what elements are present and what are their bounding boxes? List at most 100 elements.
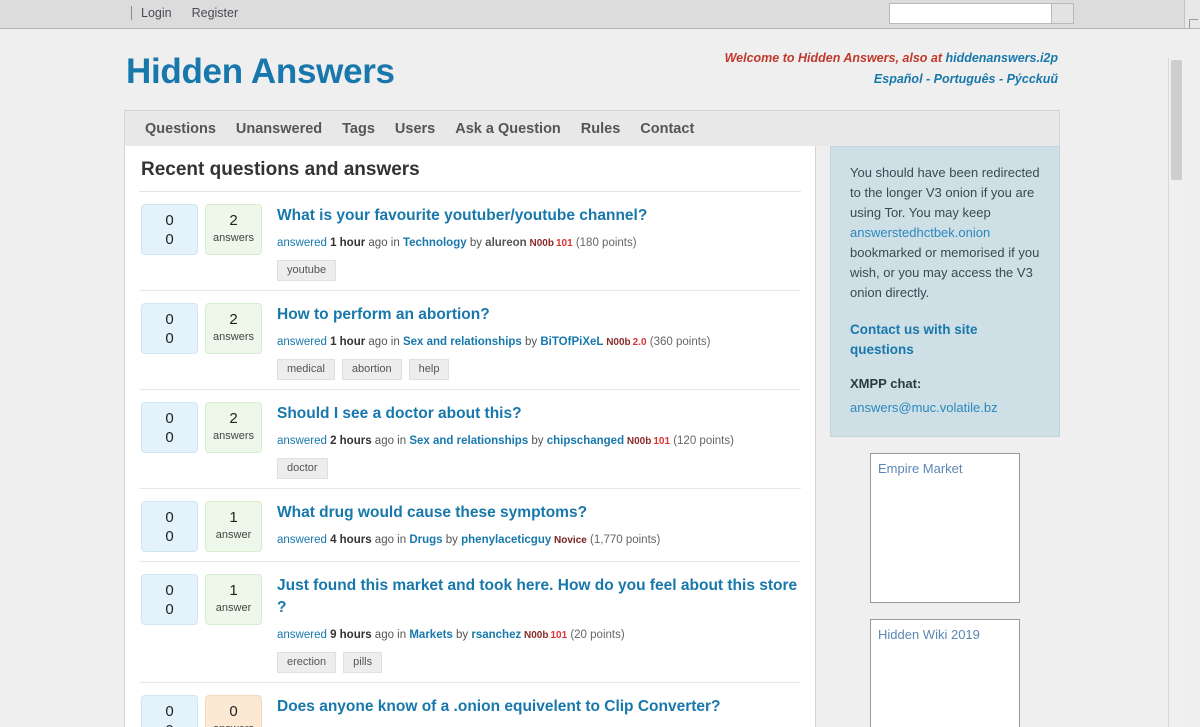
author-rank-badge: N00b2.0: [603, 337, 646, 348]
vote-count-box: 00: [141, 204, 198, 255]
language-link-pt[interactable]: Português: [934, 72, 996, 86]
vote-count-box: 00: [141, 695, 198, 727]
question-list-item: 002answers What is your favourite youtube…: [139, 192, 801, 291]
nav-item-ask-a-question[interactable]: Ask a Question: [445, 121, 571, 137]
author-rank-name: N00b: [603, 337, 630, 348]
question-meta-connector: ago in: [372, 435, 410, 447]
question-body: What drug would cause these symptoms? ans…: [262, 501, 801, 548]
answer-count-box: 2answers: [205, 204, 262, 255]
toolbar-overflow-chevron-icon[interactable]: [1184, 0, 1200, 28]
toolbar-divider: [131, 6, 132, 20]
browser-toolbar: Login Register: [0, 0, 1200, 29]
i2p-mirror-link[interactable]: hiddenanswers.i2p: [945, 51, 1058, 65]
vote-count-box: 00: [141, 303, 198, 354]
nav-item-users[interactable]: Users: [385, 121, 445, 137]
question-meta: answered 9 hours ago in Markets by rsanc…: [277, 628, 801, 643]
login-link[interactable]: Login: [141, 6, 172, 20]
question-category-link[interactable]: Sex and relationships: [409, 435, 528, 447]
answer-count-number: 2: [206, 211, 261, 230]
answer-count-number: 2: [206, 409, 261, 428]
question-category-link[interactable]: Technology: [403, 237, 467, 249]
question-list-item: 000 answers Does anyone know of a .onion e…: [139, 683, 801, 727]
xmpp-address-link[interactable]: answers@muc.volatile.bz: [850, 398, 1042, 418]
question-title-link[interactable]: Does anyone know of a .onion equivelent …: [277, 696, 801, 718]
question-title-link[interactable]: What drug would cause these symptoms?: [277, 502, 801, 524]
v2-onion-link[interactable]: answerstedhctbek.onion: [850, 225, 990, 240]
author-rank-name: Novice: [551, 535, 587, 546]
ad-box-hidden-wiki[interactable]: Hidden Wiki 2019: [870, 619, 1020, 727]
nav-item-rules[interactable]: Rules: [571, 121, 631, 137]
author-rank-level: 101: [653, 436, 670, 447]
question-body: How to perform an abortion? answered 1 ho…: [262, 303, 801, 380]
vote-count-down: 0: [142, 329, 197, 348]
question-timestamp: 1 hour: [330, 237, 365, 249]
question-author-link[interactable]: BiTOfPiXeL: [540, 336, 603, 348]
question-author-link[interactable]: phenylaceticguy: [461, 534, 551, 546]
ad-box-empire-market[interactable]: Empire Market: [870, 453, 1020, 603]
author-points: (20 points): [567, 629, 625, 641]
language-separator-2: -: [995, 72, 1006, 86]
vote-count-up: 0: [142, 211, 197, 230]
tag-link[interactable]: pills: [343, 652, 382, 673]
answer-count-label: answer: [206, 527, 261, 543]
tag-link[interactable]: help: [409, 359, 450, 380]
ad-link-hidden-wiki[interactable]: Hidden Wiki 2019: [878, 627, 980, 642]
search-input[interactable]: [889, 3, 1051, 24]
tag-link[interactable]: abortion: [342, 359, 402, 380]
question-action-label: answered: [277, 534, 330, 546]
question-meta: answered 2 hours ago in Sex and relation…: [277, 434, 801, 449]
language-switcher: Español - Português - Pýcckuй: [725, 69, 1058, 90]
author-points: (120 points): [670, 435, 734, 447]
author-points: (360 points): [647, 336, 711, 348]
header-notices: Welcome to Hidden Answers, also at hidde…: [725, 48, 1058, 90]
site-logo[interactable]: Hidden Answers: [126, 52, 395, 92]
nav-item-tags[interactable]: Tags: [332, 121, 385, 137]
tag-link[interactable]: doctor: [277, 458, 328, 479]
question-by-label: by: [467, 237, 486, 249]
question-title-link[interactable]: Just found this market and took here. Ho…: [277, 575, 801, 619]
register-link[interactable]: Register: [192, 6, 239, 20]
notice-text-part1: You should have been redirected to the l…: [850, 165, 1040, 220]
vote-count-down: 0: [142, 721, 197, 727]
answer-count-label: answers: [206, 721, 261, 727]
language-separator-1: -: [923, 72, 934, 86]
browser-search-group: [889, 3, 1074, 24]
answer-count-number: 2: [206, 310, 261, 329]
answer-count-box: 2answers: [205, 303, 262, 354]
question-by-label: by: [528, 435, 547, 447]
page-scrollbar[interactable]: [1168, 58, 1184, 727]
vote-count-box: 00: [141, 574, 198, 625]
question-meta-connector: ago in: [372, 534, 410, 546]
question-author-link[interactable]: rsanchez: [471, 629, 521, 641]
search-button[interactable]: [1051, 3, 1074, 24]
question-category-link[interactable]: Drugs: [409, 534, 442, 546]
question-title-link[interactable]: Should I see a doctor about this?: [277, 403, 801, 425]
language-link-ru[interactable]: Pýcckuй: [1007, 72, 1058, 86]
tag-link[interactable]: erection: [277, 652, 336, 673]
content-area: Recent questions and answers 002answersW…: [124, 146, 1060, 727]
question-action-label: answered: [277, 237, 330, 249]
question-author-link[interactable]: alureon: [485, 237, 527, 249]
scrollbar-thumb[interactable]: [1171, 60, 1182, 180]
page-body: Hidden Answers Welcome to Hidden Answers…: [0, 29, 1184, 727]
nav-item-contact[interactable]: Contact: [630, 121, 704, 137]
question-meta: answered 1 hour ago in Sex and relations…: [277, 335, 801, 350]
question-category-link[interactable]: Markets: [409, 629, 452, 641]
question-by-label: by: [443, 534, 462, 546]
author-rank-name: N00b: [527, 238, 554, 249]
tag-link[interactable]: medical: [277, 359, 335, 380]
question-title-link[interactable]: What is your favourite youtuber/youtube …: [277, 205, 801, 227]
question-category-link[interactable]: Sex and relationships: [403, 336, 522, 348]
question-action-label: answered: [277, 336, 330, 348]
question-title-link[interactable]: How to perform an abortion?: [277, 304, 801, 326]
language-link-es[interactable]: Español: [874, 72, 923, 86]
nav-item-unanswered[interactable]: Unanswered: [226, 121, 332, 137]
contact-us-link[interactable]: Contact us with site questions: [850, 320, 1042, 360]
question-tags: doctor: [277, 458, 801, 479]
tag-link[interactable]: youtube: [277, 260, 336, 281]
nav-item-questions[interactable]: Questions: [135, 121, 226, 137]
ad-link-empire-market[interactable]: Empire Market: [878, 461, 963, 476]
question-author-link[interactable]: chipschanged: [547, 435, 624, 447]
xmpp-chat-label: XMPP chat:: [850, 374, 1042, 394]
vote-count-up: 0: [142, 310, 197, 329]
